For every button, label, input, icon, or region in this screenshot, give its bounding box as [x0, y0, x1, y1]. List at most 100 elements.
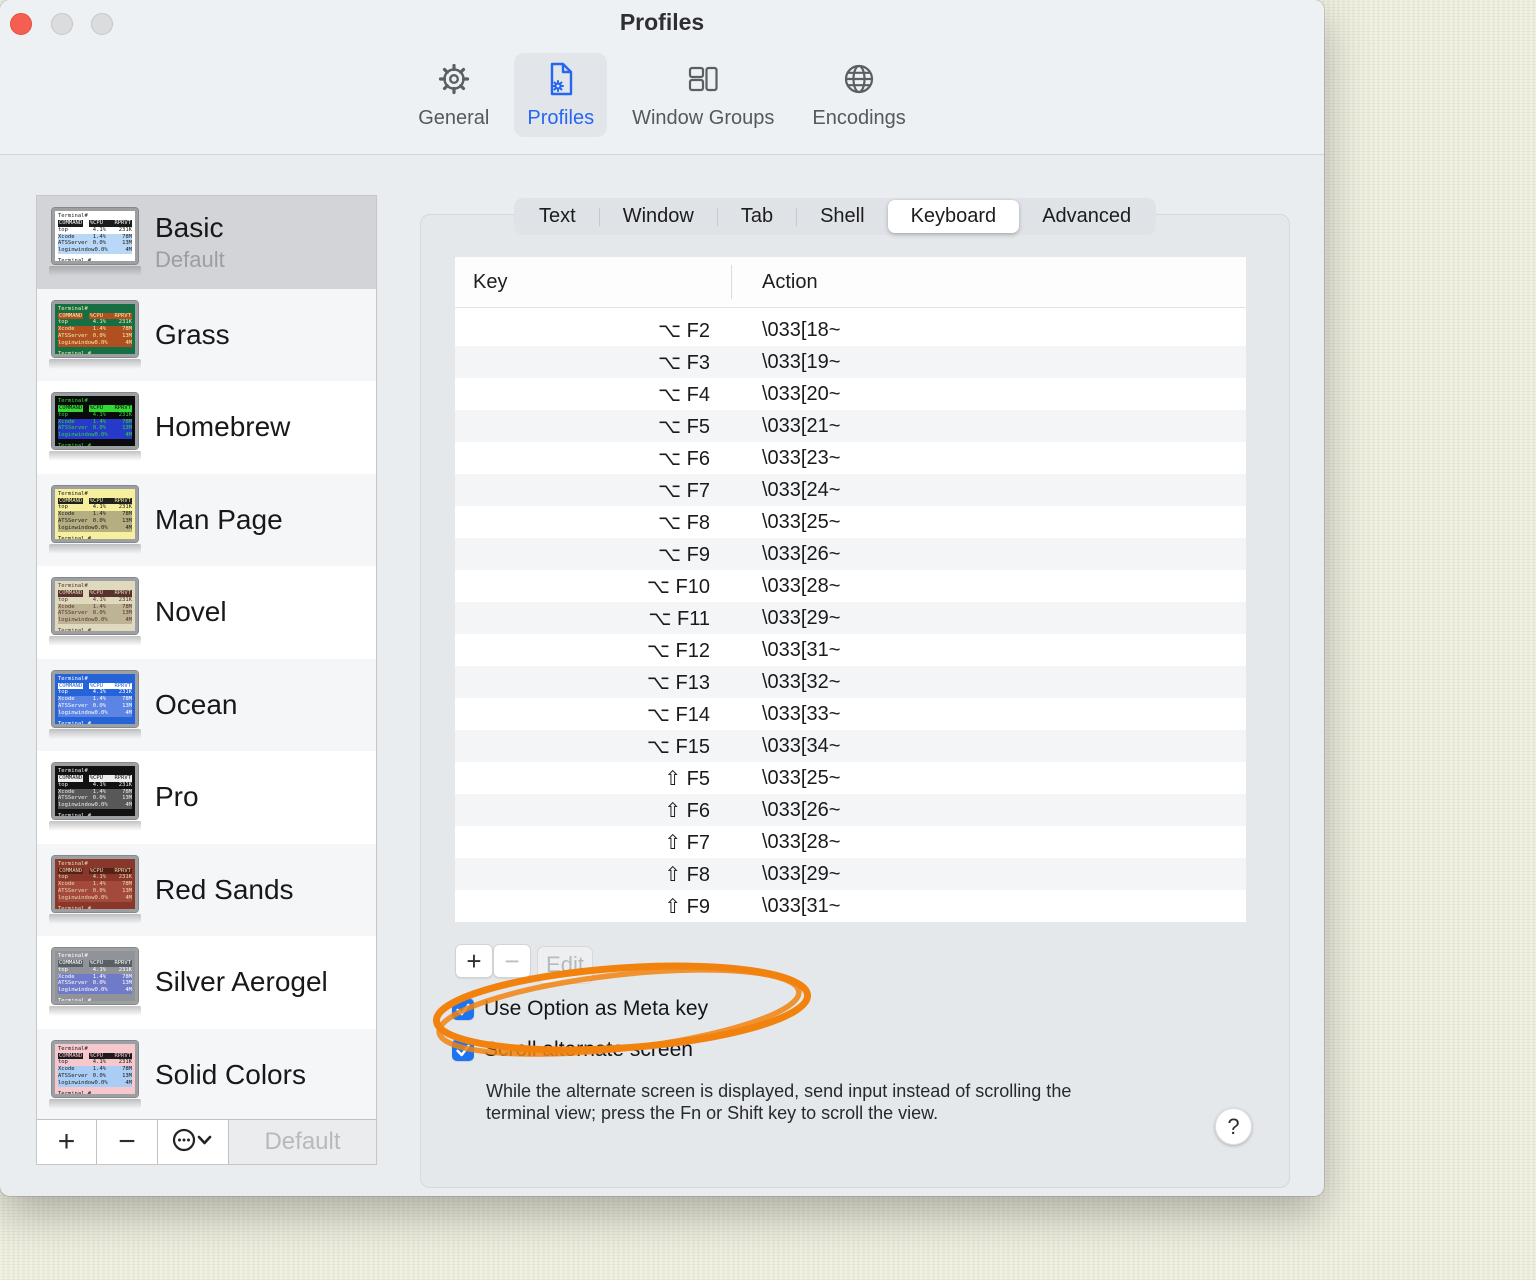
thumb-cell: 4M: [125, 432, 132, 439]
keybinding-key: ⌥ F15: [646, 735, 710, 758]
thumb-cell: 4M: [125, 1079, 132, 1086]
thumb-cell: 4.1%: [92, 781, 106, 788]
profile-thumbnail: Terminal# COMMAND %CPU RPRVT top 4.1% 231K Xc…: [51, 392, 139, 451]
thumb-header-row: COMMAND %CPU RPRVT: [58, 220, 132, 227]
thumb-cell: ATSServer: [58, 425, 88, 432]
thumb-cell: 4.1%: [92, 966, 106, 973]
thumb-cell: COMMAND: [58, 590, 84, 597]
keybinding-row[interactable]: ⌥ F12 \033[31~: [455, 634, 1246, 666]
keybinding-row[interactable]: ⌥ F9 \033[26~: [455, 538, 1246, 570]
thumb-cell: COMMAND: [58, 960, 84, 967]
thumb-cell: loginwindow: [58, 247, 95, 254]
toolbar-item-profiles[interactable]: Profiles: [514, 53, 608, 137]
keybinding-key: ⌥ F3: [658, 351, 710, 374]
thumb-cell: loginwindow: [58, 432, 95, 439]
profile-list-item-grass[interactable]: Terminal# COMMAND %CPU RPRVT top 4.1% 231K Xc…: [37, 288, 376, 381]
keybinding-key: ⌥ F12: [646, 639, 710, 662]
keybinding-row[interactable]: ⌥ F2 \033[18~: [455, 314, 1246, 346]
profile-name: Grass: [155, 318, 230, 350]
keybinding-row[interactable]: ⌥ F3 \033[19~: [455, 346, 1246, 378]
keybinding-row[interactable]: ⌥ F11 \033[29~: [455, 602, 1246, 634]
keybinding-row[interactable]: ⌥ F5 \033[21~: [455, 410, 1246, 442]
thumb-cell: 231K: [118, 411, 132, 418]
profile-list-item-solid-colors[interactable]: Terminal# COMMAND %CPU RPRVT top 4.1% 231K Xc…: [37, 1028, 376, 1119]
keybinding-row[interactable]: ⇧ F6 \033[26~: [455, 794, 1246, 826]
profile-meta: Homebrew: [155, 411, 290, 443]
column-header-action: Action: [762, 270, 818, 293]
keybinding-row[interactable]: ⌥ F4 \033[20~: [455, 378, 1246, 410]
thumb-cell: top: [58, 504, 68, 511]
profile-list-item-man-page[interactable]: Terminal# COMMAND %CPU RPRVT top 4.1% 231K Xc…: [37, 473, 376, 566]
toolbar-label: Encodings: [812, 107, 906, 129]
thumb-prompt: Terminal #: [58, 998, 92, 1005]
profile-name: Novel: [155, 596, 227, 628]
profile-list-item-ocean[interactable]: Terminal# COMMAND %CPU RPRVT top 4.1% 231K Xc…: [37, 658, 376, 751]
thumb-terminal-title: Terminal#: [58, 398, 88, 405]
table-body[interactable]: ⌥ F2 \033[18~ ⌥ F3 \033[19~ ⌥ F4 \033[20~ ⌥ F5…: [455, 308, 1246, 922]
keybinding-row[interactable]: ⌥ F8 \033[25~: [455, 506, 1246, 538]
keybinding-action: \033[23~: [762, 446, 841, 469]
thumb-rows: top 4.1% 231K Xcode 1.4% 78M ATSServer 0.0% 13M l…: [58, 597, 132, 625]
default-button[interactable]: Default: [229, 1120, 376, 1164]
keybinding-row[interactable]: ⇧ F8 \033[29~: [455, 858, 1246, 890]
keybinding-row[interactable]: ⌥ F7 \033[24~: [455, 474, 1246, 506]
thumb-cell: 4.1%: [92, 411, 106, 418]
thumbnail-reflection: [49, 358, 141, 369]
thumb-row: top 4.1% 231K: [58, 597, 132, 604]
profile-list-item-red-sands[interactable]: Terminal# COMMAND %CPU RPRVT top 4.1% 231K Xc…: [37, 843, 376, 936]
profile-thumbnail: Terminal# COMMAND %CPU RPRVT top 4.1% 231K Xc…: [51, 207, 139, 266]
profile-list-item-novel[interactable]: Terminal# COMMAND %CPU RPRVT top 4.1% 231K Xc…: [37, 566, 376, 659]
keybinding-row[interactable]: ⌥ F14 \033[33~: [455, 698, 1246, 730]
help-button[interactable]: ?: [1215, 1108, 1252, 1145]
profile-list-item-basic[interactable]: Terminal# COMMAND %CPU RPRVT top 4.1% 231K Xc…: [37, 196, 376, 289]
thumb-cell: top: [58, 689, 68, 696]
thumb-cell: 78M: [122, 788, 132, 795]
thumb-cell: COMMAND: [58, 682, 84, 690]
thumb-cell: 0.0%: [92, 795, 106, 802]
thumb-cell: RPRVT: [104, 1052, 132, 1060]
keybinding-row[interactable]: ⌥ F15 \033[34~: [455, 730, 1246, 762]
thumb-cell: 4M: [125, 894, 132, 901]
thumb-row: top 4.1% 231K: [58, 504, 132, 511]
thumb-cell: COMMAND: [58, 312, 84, 320]
keybinding-action: \033[26~: [762, 798, 841, 821]
profile-thumbnail-wrap: Terminal# COMMAND %CPU RPRVT top 4.1% 231K Xc…: [49, 762, 141, 832]
add-profile-button[interactable]: +: [37, 1120, 97, 1164]
thumb-cell: ATSServer: [58, 702, 88, 709]
tab-keyboard[interactable]: Keyboard: [887, 200, 1020, 233]
keybinding-row[interactable]: ⌥ F6 \033[23~: [455, 442, 1246, 474]
checkbox-checked-icon[interactable]: [452, 998, 474, 1020]
more-options-button[interactable]: [158, 1120, 229, 1164]
edit-keybinding-button[interactable]: Edit: [537, 946, 593, 984]
tab-shell[interactable]: Shell: [797, 200, 887, 233]
thumb-row: Xcode 1.4% 78M: [58, 788, 132, 796]
thumb-cell: %CPU: [88, 590, 104, 597]
thumb-row: Xcode 1.4% 78M: [58, 603, 132, 611]
profile-list-item-pro[interactable]: Terminal# COMMAND %CPU RPRVT top 4.1% 231K Xc…: [37, 751, 376, 844]
toolbar-item-general[interactable]: General: [405, 53, 502, 137]
tab-advanced[interactable]: Advanced: [1019, 200, 1154, 233]
add-keybinding-button[interactable]: +: [455, 944, 493, 978]
keybindings-table[interactable]: Key Action ⌥ F2 \033[18~ ⌥ F3 \033[19~ ⌥ F4 \…: [455, 257, 1246, 922]
keybinding-row[interactable]: ⇧ F9 \033[31~: [455, 890, 1246, 922]
profile-list-item-silver-aerogel[interactable]: Terminal# COMMAND %CPU RPRVT top 4.1% 231K Xc…: [37, 936, 376, 1029]
tab-text[interactable]: Text: [516, 200, 599, 233]
thumb-cell: %CPU: [88, 405, 104, 412]
profile-list-item-homebrew[interactable]: Terminal# COMMAND %CPU RPRVT top 4.1% 231K Xc…: [37, 381, 376, 474]
tab-window[interactable]: Window: [600, 200, 717, 233]
profile-meta: Silver Aerogel: [155, 966, 328, 998]
remove-profile-button[interactable]: −: [97, 1120, 158, 1164]
toolbar-item-encodings[interactable]: Encodings: [799, 53, 918, 137]
remove-keybinding-button[interactable]: −: [493, 944, 531, 978]
thumb-cell: 0.0%: [94, 617, 108, 624]
checkbox-checked-icon[interactable]: [452, 1039, 474, 1061]
thumb-row: loginwindow 0.0% 4M: [58, 987, 132, 995]
tab-tab[interactable]: Tab: [718, 200, 796, 233]
option-scroll-alternate-screen[interactable]: Scroll alternate screen: [452, 1037, 693, 1063]
keybinding-row[interactable]: ⌥ F13 \033[32~: [455, 666, 1246, 698]
keybinding-row[interactable]: ⇧ F5 \033[25~: [455, 762, 1246, 794]
keybinding-row[interactable]: ⌥ F10 \033[28~: [455, 570, 1246, 602]
toolbar-item-window-groups[interactable]: Window Groups: [619, 53, 787, 137]
option-use-option-as-meta-key[interactable]: Use Option as Meta key: [452, 996, 708, 1022]
keybinding-row[interactable]: ⇧ F7 \033[28~: [455, 826, 1246, 858]
